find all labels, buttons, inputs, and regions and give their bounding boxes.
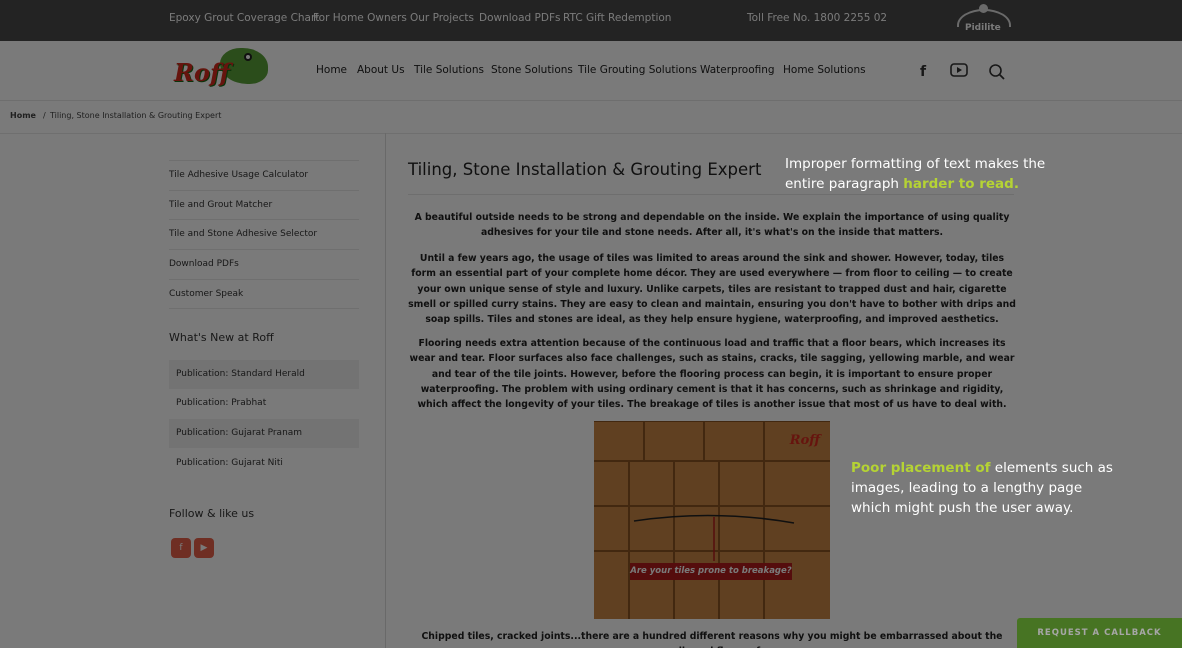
sidebar-link-customer-speak[interactable]: Customer Speak bbox=[169, 279, 359, 309]
title-divider bbox=[408, 194, 1014, 195]
news-heading: What's New at Roff bbox=[169, 331, 274, 344]
paragraph-flooring: Flooring needs extra attention because o… bbox=[409, 338, 1015, 411]
pidilite-logo[interactable]: Pidilite bbox=[953, 3, 1015, 37]
breadcrumb-current: Tiling, Stone Installation & Grouting Ex… bbox=[50, 111, 222, 120]
sidebar-link-adhesive-calculator[interactable]: Tile Adhesive Usage Calculator bbox=[169, 160, 359, 190]
figure-roff-logo: Roff bbox=[789, 433, 820, 448]
news-item-prabhat[interactable]: Publication: Prabhat bbox=[169, 389, 359, 418]
topbar-link-download-pdfs[interactable]: Download PDFs bbox=[479, 12, 560, 24]
divider bbox=[0, 133, 1182, 134]
nav-about-us[interactable]: About Us bbox=[357, 64, 405, 76]
facebook-icon[interactable]: f bbox=[914, 63, 932, 81]
annotation-placement: Poor placement of elements such as image… bbox=[851, 460, 1113, 516]
annotation-formatting: Improper formatting of text makes the en… bbox=[785, 156, 1046, 192]
nav-home-solutions[interactable]: Home Solutions bbox=[783, 64, 866, 76]
paragraph-tiles-usage: Until a few years ago, the usage of tile… bbox=[408, 253, 1016, 326]
callback-dim bbox=[1017, 618, 1182, 648]
sidebar-link-grout-matcher[interactable]: Tile and Grout Matcher bbox=[169, 190, 359, 220]
column-divider bbox=[385, 133, 386, 648]
toll-free-number: Toll Free No. 1800 2255 02 bbox=[747, 12, 888, 24]
news-item-standard-herald[interactable]: Publication: Standard Herald bbox=[169, 360, 359, 389]
paragraph-chipped-tiles: Chipped tiles, cracked joints...there ar… bbox=[421, 631, 1003, 648]
news-item-gujarat-niti[interactable]: Publication: Gujarat Niti bbox=[169, 449, 359, 478]
news-item-gujarat-pranam[interactable]: Publication: Gujarat Pranam bbox=[169, 419, 359, 448]
roff-logo[interactable]: Roff bbox=[172, 46, 272, 96]
topbar-link-rtc-gift[interactable]: RTC Gift Redemption bbox=[563, 12, 671, 24]
youtube-social-icon[interactable]: ▶ bbox=[194, 538, 214, 558]
sidebar-link-adhesive-selector[interactable]: Tile and Stone Adhesive Selector bbox=[169, 219, 359, 249]
breadcrumb-separator: / bbox=[43, 111, 46, 120]
nav-home[interactable]: Home bbox=[316, 64, 347, 76]
annotation-formatting-highlight: harder to read. bbox=[903, 176, 1019, 192]
breadcrumb-home[interactable]: Home bbox=[10, 111, 36, 120]
facebook-social-icon[interactable]: f bbox=[171, 538, 191, 558]
nav-tile-solutions[interactable]: Tile Solutions bbox=[414, 64, 484, 76]
nav-tile-grouting-solutions[interactable]: Tile Grouting Solutions bbox=[578, 64, 697, 76]
youtube-icon[interactable] bbox=[950, 63, 968, 81]
topbar-link-home-owners[interactable]: For Home Owners bbox=[313, 12, 407, 24]
search-icon[interactable] bbox=[988, 63, 1006, 81]
crack-marking bbox=[633, 514, 795, 561]
main-header: Roff Home About Us Tile Solutions Stone … bbox=[0, 41, 1182, 101]
sidebar-link-download-pdfs[interactable]: Download PDFs bbox=[169, 249, 359, 279]
page-title: Tiling, Stone Installation & Grouting Ex… bbox=[408, 160, 762, 179]
topbar-link-epoxy-grout[interactable]: Epoxy Grout Coverage Chart bbox=[169, 12, 319, 24]
follow-heading: Follow & like us bbox=[169, 507, 255, 520]
annotation-placement-highlight: Poor placement of bbox=[851, 460, 991, 476]
figure-banner: Are your tiles prone to breakage? bbox=[630, 563, 792, 580]
paragraph-intro: A beautiful outside needs to be strong a… bbox=[414, 212, 1010, 239]
tile-breakage-image: Roff Are your tiles prone to breakage? bbox=[594, 421, 830, 619]
nav-waterproofing[interactable]: Waterproofing bbox=[700, 64, 775, 76]
topbar-link-our-projects[interactable]: Our Projects bbox=[410, 12, 474, 24]
top-bar: Epoxy Grout Coverage Chart For Home Owne… bbox=[0, 0, 1182, 41]
nav-stone-solutions[interactable]: Stone Solutions bbox=[491, 64, 573, 76]
